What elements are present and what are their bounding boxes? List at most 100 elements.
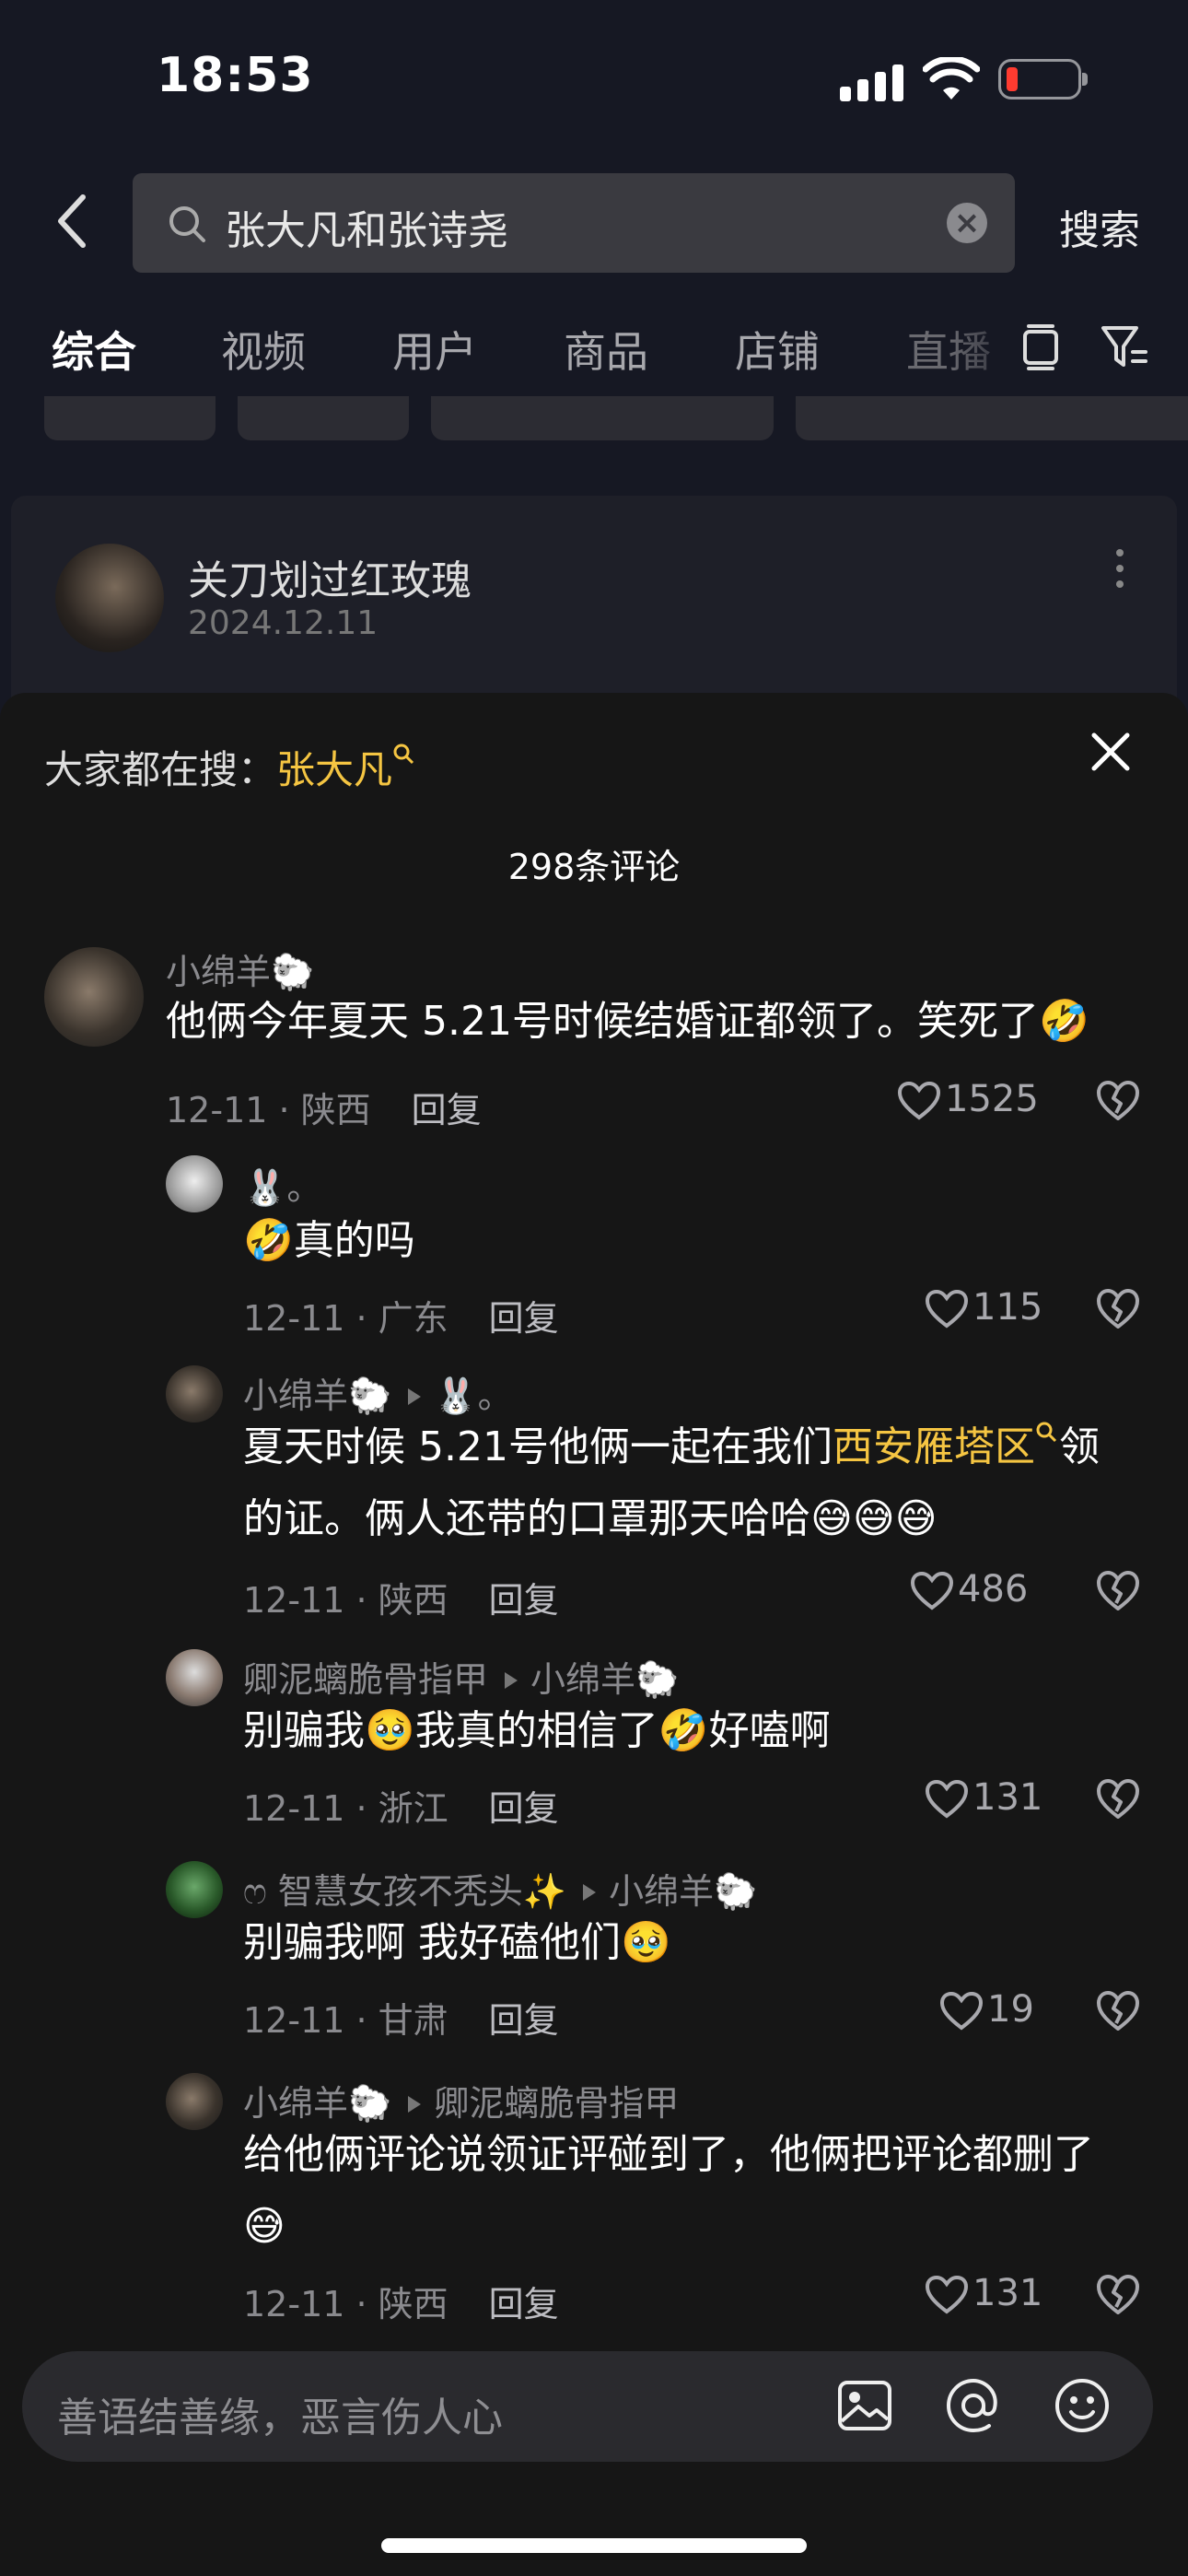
reply-button[interactable]: 回复 [489,1580,559,1621]
reply-to-arrow-icon [583,1883,597,1901]
like-count: 1525 [945,1078,1039,1120]
comment-meta: 12-11 · 浙江 回复 [243,1788,559,1829]
comment-count: 298条评论 [507,847,681,887]
cellular-signal-icon [840,61,904,101]
close-icon[interactable] [1090,732,1131,772]
reply-button[interactable]: 回复 [412,1090,482,1130]
broken-heart-icon[interactable] [1096,2274,1140,2316]
avatar[interactable] [166,1649,223,1706]
search-icon [1036,1422,1057,1443]
suggestion-chips [0,396,1188,440]
avatar[interactable] [166,2073,223,2130]
avatar[interactable] [44,947,144,1047]
reply-button[interactable]: 回复 [489,1298,559,1339]
comment-text: 给他俩评论说领证评碰到了，他俩把评论都删了 [243,2131,1094,2178]
tab-shops[interactable]: 店铺 [735,319,820,380]
comment-input-placeholder: 善语结善缘，恶言伤人心 [57,2395,503,2441]
comment-username: 小绵羊🐑 🐰。 [243,1376,513,1416]
tab-products[interactable]: 商品 [564,319,648,380]
comment-meta: 12-11 · 广东 回复 [243,1298,559,1339]
search-icon [169,206,205,242]
suggestion-chip[interactable] [44,396,215,440]
comment-text: 🤣真的吗 [243,1217,415,1264]
search-input[interactable]: 张大凡和张诗尧 × [133,173,1015,273]
comment-text: 别骗我🥹我真的相信了🤣好嗑啊 [243,1707,831,1754]
tab-comprehensive[interactable]: 综合 [52,319,136,380]
reply-to-arrow-icon [408,2095,422,2113]
hot-search-banner[interactable]: 大家都在搜：张大凡 [44,739,416,795]
like-count: 115 [973,1286,1043,1329]
comment-meta: 12-11 · 陕西 回复 [243,1580,559,1621]
emoji-icon[interactable] [1052,2375,1112,2436]
search-query: 张大凡和张诗尧 [225,207,508,254]
like-button[interactable]: 1525 [897,1078,1039,1121]
comment-username: ෆ 智慧女孩不秃头✨ 小绵羊🐑 [243,1871,758,1912]
reply-to-arrow-icon [408,1388,422,1405]
broken-heart-icon[interactable] [1096,1778,1140,1821]
hot-search-prefix: 大家都在搜： [44,747,277,792]
comment-text-line: 的证。俩人还带的口罩那天哈哈😅😅😅 [243,1495,938,1542]
reply-button[interactable]: 回复 [489,2284,559,2324]
comment-meta: 12-11 · 甘肃 回复 [243,2000,559,2041]
avatar[interactable] [166,1155,223,1212]
suggestion-chip[interactable] [238,396,409,440]
like-count: 19 [987,1988,1034,2031]
like-button[interactable]: 486 [910,1568,1028,1611]
comment-meta: 12-11 · 陕西 回复 [166,1090,482,1130]
like-button[interactable]: 19 [939,1988,1034,2032]
author-avatar[interactable] [55,544,164,652]
reply-button[interactable]: 回复 [489,1788,559,1829]
like-count: 131 [973,1776,1043,1819]
battery-icon [998,59,1088,100]
suggestion-chip[interactable] [796,396,1188,440]
clear-search-icon[interactable]: × [947,203,987,243]
avatar[interactable] [166,1365,223,1423]
home-indicator [381,2538,807,2553]
more-options-icon[interactable] [1116,549,1125,591]
heart-icon [939,1991,984,2031]
reply-to-arrow-icon [505,1671,518,1689]
hot-search-keyword[interactable]: 张大凡 [276,747,392,792]
comment-username: 小绵羊🐑 卿泥螭脆骨指甲 [243,2083,680,2124]
heart-icon [925,1289,969,1329]
result-tabs: 综合 视频 用户 商品 店铺 直播 [0,310,1188,402]
status-bar: 18:53 [0,0,1188,157]
search-icon [393,744,414,765]
like-button[interactable]: 131 [925,2272,1042,2315]
author-name[interactable]: 关刀划过红玫瑰 [188,547,472,606]
mention-icon[interactable] [943,2375,1004,2436]
image-icon[interactable] [834,2375,895,2436]
layout-toggle-icon[interactable] [1013,319,1068,374]
suggestion-chip[interactable] [431,396,774,440]
broken-heart-icon[interactable] [1096,1990,1140,2032]
reply-button[interactable]: 回复 [489,2000,559,2041]
heart-icon [925,2275,969,2314]
comment-input[interactable]: 善语结善缘，恶言伤人心 [22,2351,1153,2462]
heart-icon [925,1779,969,1819]
comment-username[interactable]: 🐰。 [243,1159,321,1210]
comment-username: 卿泥螭脆骨指甲 小绵羊🐑 [243,1659,680,1700]
avatar[interactable] [166,1861,223,1918]
heart-icon [910,1571,954,1610]
location-keyword-link[interactable]: 西安雁塔区 [833,1423,1035,1470]
broken-heart-icon[interactable] [1096,1288,1140,1330]
status-time: 18:53 [157,48,314,103]
broken-heart-icon[interactable] [1096,1570,1140,1612]
wifi-icon [923,57,980,100]
back-arrow-icon[interactable] [53,193,90,249]
like-count: 131 [973,2272,1043,2314]
broken-heart-icon[interactable] [1096,1080,1140,1122]
comment-text-line: 😅 [243,2203,285,2250]
comment-meta: 12-11 · 陕西 回复 [243,2284,559,2324]
tab-users[interactable]: 用户 [392,319,477,380]
like-button[interactable]: 131 [925,1776,1042,1820]
like-count: 486 [958,1568,1029,1610]
comment-sheet: 大家都在搜：张大凡 298条评论 小绵羊🐑 他俩今年夏天 5.21号时候结婚证都… [0,693,1188,2576]
post-date: 2024.12.11 [188,604,379,642]
like-button[interactable]: 115 [925,1286,1042,1329]
search-button[interactable]: 搜索 [1059,197,1140,256]
comment-text: 夏天时候 5.21号他俩一起在我们西安雁塔区领 [243,1411,1100,1483]
tab-video[interactable]: 视频 [221,319,306,380]
filter-icon[interactable] [1096,319,1151,374]
comment-text: 他俩今年夏天 5.21号时候结婚证都领了。笑死了🤣 [166,998,1089,1045]
